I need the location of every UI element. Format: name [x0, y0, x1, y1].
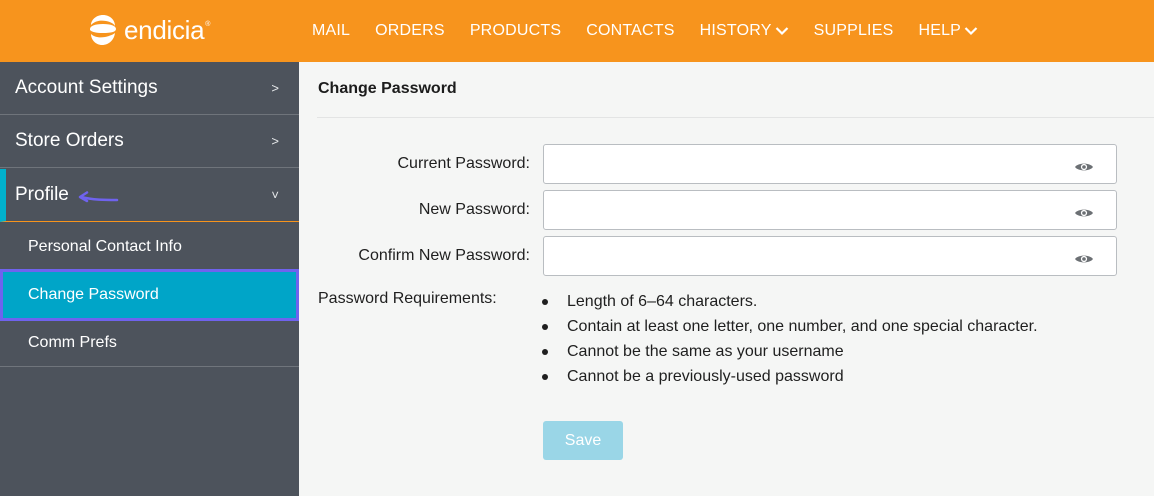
current-password-label: Current Password: — [397, 155, 531, 172]
eye-icon[interactable] — [1074, 161, 1094, 173]
bullet-icon — [542, 349, 548, 355]
confirm-password-input[interactable] — [554, 237, 1074, 273]
nav-products-label: PRODUCTS — [469, 22, 562, 39]
eye-icon[interactable] — [1074, 207, 1094, 219]
requirement-text: Cannot be the same as your username — [567, 343, 844, 360]
new-password-label: New Password: — [418, 201, 530, 218]
sidebar-subitem-change-password[interactable]: Change Password — [0, 269, 299, 321]
sidebar-item-label: Store Orders — [15, 130, 124, 151]
sidebar-item-account-settings[interactable]: Account Settings > — [0, 62, 299, 115]
requirement-text: Length of 6–64 characters. — [567, 293, 758, 310]
bullet-icon — [542, 299, 548, 305]
nav-orders-label: ORDERS — [375, 22, 445, 39]
list-item: Cannot be the same as your username — [540, 342, 1038, 367]
nav-supplies[interactable]: SUPPLIES — [814, 22, 894, 40]
logo-wordmark: endicia — [124, 14, 205, 45]
list-item: Contain at least one letter, one number,… — [540, 317, 1038, 342]
top-navigation-bar: endicia ® MAIL ORDERS PRODUCTS CONTACTS … — [0, 0, 1154, 62]
nav-supplies-label: SUPPLIES — [813, 22, 894, 39]
chevron-down-icon — [775, 27, 788, 36]
nav-history-label: HISTORY — [699, 22, 772, 39]
chevron-down-icon — [964, 27, 978, 36]
bullet-icon — [542, 324, 548, 330]
confirm-password-field[interactable] — [543, 236, 1117, 276]
nav-mail-label: MAIL — [312, 22, 351, 39]
nav-history[interactable]: HISTORY — [700, 22, 789, 40]
sidebar-subitem-comm-prefs[interactable]: Comm Prefs — [0, 319, 299, 367]
chevron-right-icon: > — [271, 133, 279, 149]
nav-orders[interactable]: ORDERS — [375, 22, 445, 40]
nav-help[interactable]: HELP — [918, 22, 978, 40]
new-password-input[interactable] — [554, 191, 1074, 227]
bullet-icon — [542, 374, 548, 380]
endicia-logo-mark-icon — [90, 15, 116, 45]
chevron-right-icon: > — [271, 80, 279, 96]
sidebar-subitem-label: Comm Prefs — [28, 334, 117, 351]
eye-icon[interactable] — [1074, 253, 1094, 265]
list-item: Cannot be a previously-used password — [540, 367, 1038, 392]
nav-contacts[interactable]: CONTACTS — [586, 22, 674, 40]
current-password-field[interactable] — [543, 144, 1117, 184]
nav-help-label: HELP — [918, 22, 962, 39]
sidebar: Account Settings > Store Orders > Profil… — [0, 62, 299, 496]
nav-products[interactable]: PRODUCTS — [470, 22, 561, 40]
sidebar-item-label: Account Settings — [15, 77, 158, 98]
endicia-logo[interactable]: endicia ® — [86, 12, 210, 48]
page-title: Change Password — [318, 80, 457, 97]
confirm-password-label: Confirm New Password: — [358, 247, 530, 264]
nav-mail[interactable]: MAIL — [312, 22, 350, 40]
sidebar-divider — [0, 366, 299, 367]
requirement-text: Cannot be a previously-used password — [567, 368, 844, 385]
sidebar-subitem-label: Change Password — [28, 286, 159, 303]
requirement-text: Contain at least one letter, one number,… — [567, 318, 1038, 335]
password-requirements-label: Password Requirements: — [318, 290, 497, 307]
save-button[interactable]: Save — [543, 421, 623, 460]
list-item: Length of 6–64 characters. — [540, 292, 1038, 317]
new-password-field[interactable] — [543, 190, 1117, 230]
registered-mark: ® — [205, 20, 211, 28]
password-requirements-list: Length of 6–64 characters. Contain at le… — [540, 292, 1038, 392]
title-divider — [317, 117, 1154, 118]
main-nav: MAIL ORDERS PRODUCTS CONTACTS HISTORY SU… — [312, 0, 1003, 62]
current-password-input[interactable] — [554, 145, 1074, 181]
nav-contacts-label: CONTACTS — [586, 22, 675, 39]
